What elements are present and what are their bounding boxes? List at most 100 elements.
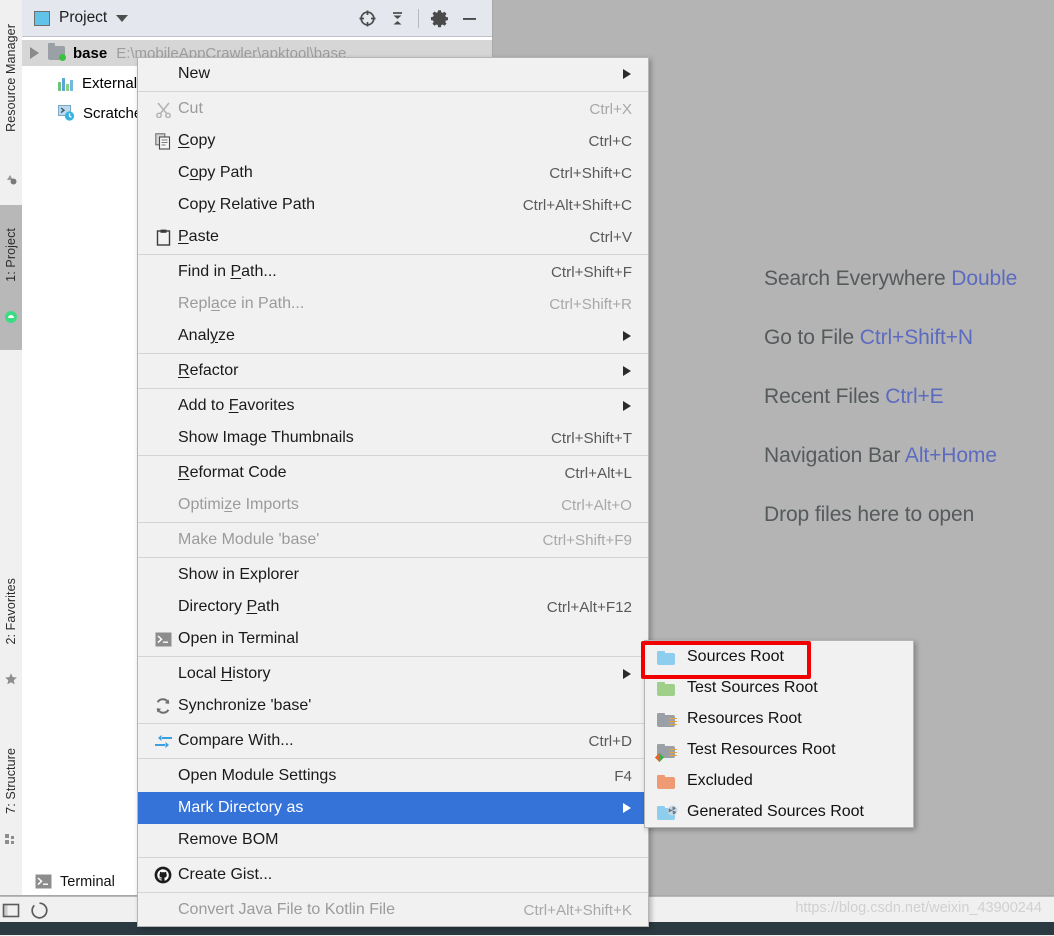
menu-item-label: Add to Favorites — [178, 397, 295, 414]
menu-item-shortcut: Ctrl+Alt+O — [561, 496, 632, 514]
menu-item-shortcut: Ctrl+Shift+F — [550, 263, 632, 281]
menu-item-replace-in-path[interactable]: Replace in Path... Ctrl+Shift+R — [138, 288, 648, 320]
menu-item-shortcut: Ctrl+Alt+L — [564, 464, 632, 482]
menu-item-label: Replace in Path... — [178, 295, 305, 312]
collapse-all-icon[interactable] — [388, 9, 407, 28]
tool-window-button-resource-manager[interactable]: Resource Manager — [4, 24, 18, 132]
submenu-arrow-icon — [623, 331, 631, 341]
menu-item-label: Copy Path — [178, 164, 253, 181]
menu-item-refactor[interactable]: Refactor — [138, 355, 648, 387]
menu-item-remove-bom[interactable]: Remove BOM — [138, 824, 648, 856]
menu-item-icon-placeholder — [152, 327, 174, 345]
folder-test-resources-icon — [655, 742, 677, 762]
tool-window-button-structure[interactable]: 7: Structure — [4, 748, 18, 814]
menu-item-find-in-path[interactable]: Find in Path... Ctrl+Shift+F — [138, 256, 648, 288]
menu-item-show-image-thumbnails[interactable]: Show Image Thumbnails Ctrl+Shift+T — [138, 422, 648, 454]
menu-item-icon-placeholder — [152, 901, 174, 919]
menu-item-icon-placeholder — [152, 429, 174, 447]
menu-separator — [138, 857, 648, 858]
menu-item-label: Refactor — [178, 362, 239, 379]
menu-item-icon-placeholder — [152, 295, 174, 313]
menu-item-directory-path[interactable]: Directory Path Ctrl+Alt+F12 — [138, 591, 648, 623]
project-window-title: Project — [59, 9, 108, 26]
minimize-icon[interactable] — [460, 9, 479, 28]
menu-item-make-module[interactable]: Make Module 'base' Ctrl+Shift+F9 — [138, 524, 648, 556]
chevron-down-icon[interactable] — [116, 14, 129, 22]
submenu-arrow-icon — [623, 803, 631, 813]
mark-directory-as-submenu[interactable]: Sources Root Test Sources Root Resources… — [644, 640, 914, 828]
menu-item-new[interactable]: New — [138, 58, 648, 90]
menu-item-cut[interactable]: Cut Ctrl+X — [138, 93, 648, 125]
project-android-icon — [4, 310, 18, 324]
menu-item-compare-with[interactable]: Compare With... Ctrl+D — [138, 725, 648, 757]
menu-item-reformat-code[interactable]: Reformat Code Ctrl+Alt+L — [138, 457, 648, 489]
resource-manager-icon — [4, 172, 18, 186]
ide-window: Resource Manager 1: Project 2: Favorites… — [0, 0, 1054, 936]
submenu-item-test-resources-root[interactable]: Test Resources Root — [645, 734, 913, 765]
menu-item-show-in-explorer[interactable]: Show in Explorer — [138, 559, 648, 591]
menu-item-label: Local History — [178, 665, 271, 682]
menu-item-icon-placeholder — [152, 65, 174, 83]
submenu-item-excluded[interactable]: Excluded — [645, 765, 913, 796]
submenu-item-generated-sources-root[interactable]: Generated Sources Root — [645, 796, 913, 827]
gear-icon[interactable] — [430, 9, 449, 28]
libraries-icon — [58, 76, 74, 91]
menu-item-label: Directory Path — [178, 598, 280, 615]
menu-separator — [138, 892, 648, 893]
menu-item-copy-path[interactable]: Copy Path Ctrl+Shift+C — [138, 157, 648, 189]
tool-window-button-terminal[interactable]: Terminal — [35, 868, 115, 895]
expand-arrow-icon[interactable] — [30, 47, 39, 59]
project-window-icon — [34, 10, 50, 26]
menu-item-open-module-settings[interactable]: Open Module Settings F4 — [138, 760, 648, 792]
watermark-text: https://blog.csdn.net/weixin_43900244 — [795, 900, 1042, 916]
menu-separator — [138, 557, 648, 558]
menu-item-create-gist[interactable]: Create Gist... — [138, 859, 648, 891]
submenu-arrow-icon — [623, 669, 631, 679]
menu-separator — [138, 353, 648, 354]
menu-item-copy-relative-path[interactable]: Copy Relative Path Ctrl+Alt+Shift+C — [138, 189, 648, 221]
menu-item-icon-placeholder — [152, 598, 174, 616]
context-menu[interactable]: New Cut Ctrl+X Copy Ctrl+C Copy Path Ctr… — [137, 57, 649, 927]
menu-item-synchronize[interactable]: Synchronize 'base' — [138, 690, 648, 722]
menu-item-shortcut: F4 — [614, 767, 632, 785]
menu-item-optimize-imports[interactable]: Optimize Imports Ctrl+Alt+O — [138, 489, 648, 521]
submenu-arrow-icon — [623, 366, 631, 376]
submenu-arrow-icon — [623, 401, 631, 411]
tool-window-button-favorites[interactable]: 2: Favorites — [4, 578, 18, 645]
menu-item-icon-placeholder — [152, 397, 174, 415]
module-folder-icon — [48, 43, 66, 61]
terminal-icon — [35, 874, 52, 889]
menu-item-icon-placeholder — [152, 362, 174, 380]
menu-item-paste[interactable]: Paste Ctrl+V — [138, 221, 648, 253]
tree-row-label: base — [73, 44, 108, 62]
menu-item-label: Find in Path... — [178, 263, 277, 280]
project-window-header: Project — [22, 0, 492, 37]
refresh-icon — [152, 697, 174, 715]
menu-separator — [138, 758, 648, 759]
menu-item-copy[interactable]: Copy Ctrl+C — [138, 125, 648, 157]
star-icon — [4, 672, 18, 686]
menu-item-label: Optimize Imports — [178, 496, 299, 513]
menu-item-add-to-favorites[interactable]: Add to Favorites — [138, 390, 648, 422]
paste-icon — [152, 228, 174, 246]
menu-item-icon-placeholder — [152, 767, 174, 785]
menu-item-icon-placeholder — [152, 799, 174, 817]
menu-item-label: Reformat Code — [178, 464, 287, 481]
editor-hint-navigation-bar: Navigation Bar Alt+Home — [764, 444, 997, 467]
menu-item-analyze[interactable]: Analyze — [138, 320, 648, 352]
menu-item-label: Copy Relative Path — [178, 196, 315, 213]
menu-separator — [138, 455, 648, 456]
submenu-item-test-sources-root[interactable]: Test Sources Root — [645, 672, 913, 703]
menu-item-open-in-terminal[interactable]: Open in Terminal — [138, 623, 648, 655]
submenu-item-resources-root[interactable]: Resources Root — [645, 703, 913, 734]
tool-window-button-project[interactable]: 1: Project — [4, 228, 18, 282]
scissors-icon — [152, 100, 174, 118]
menu-item-mark-directory-as[interactable]: Mark Directory as — [138, 792, 648, 824]
locate-icon[interactable] — [358, 9, 377, 28]
menu-separator — [138, 388, 648, 389]
menu-item-local-history[interactable]: Local History — [138, 658, 648, 690]
submenu-item-sources-root[interactable]: Sources Root — [645, 641, 913, 672]
menu-item-convert-java-to-kotlin[interactable]: Convert Java File to Kotlin File Ctrl+Al… — [138, 894, 648, 926]
menu-item-icon-placeholder — [152, 831, 174, 849]
menu-item-shortcut: Ctrl+Alt+Shift+C — [522, 196, 632, 214]
